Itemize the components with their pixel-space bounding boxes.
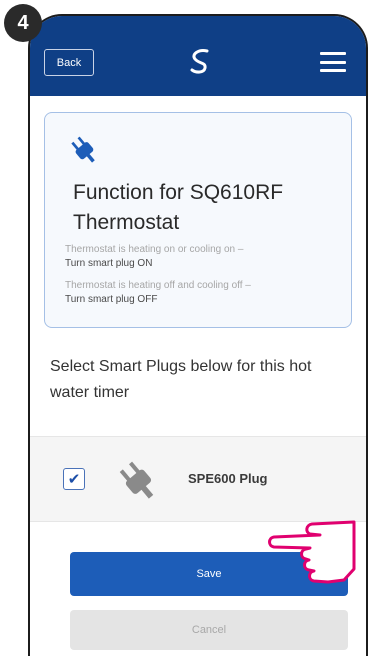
function-title-line2: Thermostat: [73, 211, 180, 234]
hamburger-menu-icon[interactable]: [320, 52, 346, 72]
plug-icon: [119, 461, 154, 499]
instruction-line1: Select Smart Plugs below for this hot: [50, 358, 312, 375]
plug-checkbox[interactable]: ✔: [63, 468, 85, 490]
back-button[interactable]: Back: [44, 49, 94, 76]
salus-s-logo-icon: [190, 49, 209, 74]
list-item[interactable]: ✔ SPE600 Plug: [30, 436, 366, 522]
plug-icon: [71, 136, 95, 163]
rule2-action: Turn smart plug OFF: [65, 294, 158, 305]
function-title-line1: Function for SQ610RF: [73, 181, 284, 204]
instruction-line2: water timer: [50, 384, 130, 401]
instruction-text: Select Smart Plugs below for this hot wa…: [50, 354, 350, 406]
plug-name: SPE600 Plug: [188, 471, 268, 486]
app-header: Back: [30, 16, 366, 96]
function-title: Function for SQ610RF Thermostat: [73, 178, 343, 238]
step-number-badge: 4: [4, 4, 42, 42]
rule2-condition: Thermostat is heating off and cooling of…: [65, 280, 251, 291]
pointing-hand-icon: [268, 520, 356, 584]
function-card: Function for SQ610RF Thermostat Thermost…: [44, 112, 352, 328]
rule1-action: Turn smart plug ON: [65, 258, 153, 269]
cancel-button[interactable]: Cancel: [70, 610, 348, 650]
rule1-condition: Thermostat is heating on or cooling on –: [65, 244, 244, 255]
